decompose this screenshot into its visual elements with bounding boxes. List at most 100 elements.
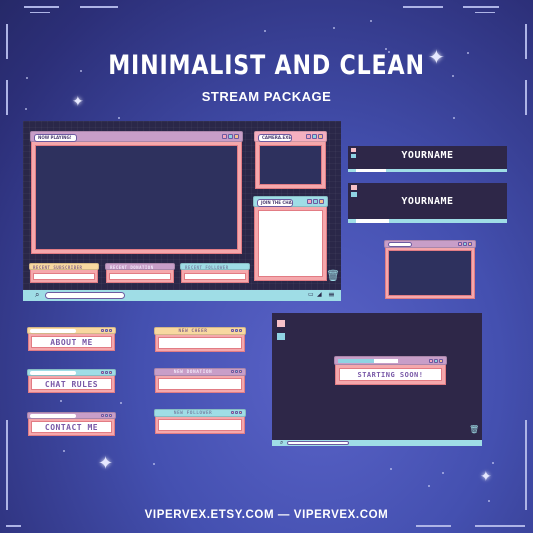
panel-title-input [30, 414, 76, 418]
maximize-button[interactable] [235, 329, 238, 332]
maximize-button[interactable] [434, 359, 438, 363]
window-controls [429, 359, 443, 363]
star [26, 77, 28, 79]
footer-links: VIPERVEX.ETSY.COM — VIPERVEX.COM [144, 509, 389, 521]
window-controls [307, 199, 324, 204]
folder-icon[interactable] [277, 333, 285, 340]
minimize-button[interactable] [222, 134, 227, 139]
window-title: JOIN THE CHAT [257, 199, 293, 207]
close-button[interactable] [109, 414, 112, 417]
trash-icon[interactable]: 🗑 [326, 269, 340, 282]
panel-about-me: ABOUT ME [27, 327, 116, 351]
close-button[interactable] [468, 242, 472, 246]
gameplay-area [35, 145, 238, 250]
window-controls [101, 371, 112, 374]
recent-subscriber-box: RECENT SUBSCRIBER [29, 263, 99, 283]
camera-area [259, 145, 322, 185]
progress-fill [338, 359, 374, 363]
alert-titlebar: RECENT DONATION [105, 263, 175, 270]
panel-chat-rules: CHAT RULES [27, 369, 116, 393]
menu-icon[interactable]: ≡ [328, 290, 335, 299]
close-button[interactable] [319, 199, 324, 204]
window-controls [231, 370, 242, 373]
sparkle-icon: ✦ [98, 453, 114, 474]
window-titlebar: NOW PLAYING! [30, 131, 243, 142]
close-button[interactable] [109, 371, 112, 374]
webcam-area [388, 250, 472, 296]
maximize-button[interactable] [312, 134, 317, 139]
search-icon[interactable]: ⌕ [35, 290, 39, 300]
maximize-button[interactable] [235, 411, 238, 414]
frame-line [475, 12, 495, 13]
star [63, 450, 65, 452]
maximize-button[interactable] [105, 414, 108, 417]
window-controls [101, 414, 112, 417]
maximize-button[interactable] [228, 134, 233, 139]
window-titlebar: CAMERA.EXE [254, 131, 327, 142]
alert-content [158, 378, 242, 390]
search-input[interactable] [287, 441, 349, 445]
minimize-button[interactable] [306, 134, 311, 139]
maximize-button[interactable] [463, 242, 467, 246]
alert-titlebar: RECENT FOLLOWER [180, 263, 250, 270]
panel-label: ABOUT ME [31, 336, 112, 348]
close-button[interactable] [239, 370, 242, 373]
search-input[interactable] [45, 292, 125, 299]
close-button[interactable] [234, 134, 239, 139]
chat-window: JOIN THE CHAT [253, 196, 328, 281]
frame-line [475, 525, 525, 527]
folder-icon [351, 185, 357, 190]
alert-value [109, 273, 171, 280]
close-button[interactable] [109, 329, 112, 332]
frame-line [6, 24, 8, 59]
close-button[interactable] [239, 329, 242, 332]
trash-icon[interactable]: 🗑 [469, 425, 479, 434]
alert-label: RECENT FOLLOWER [185, 265, 229, 270]
window-controls [101, 329, 112, 332]
maximize-button[interactable] [235, 370, 238, 373]
frame-line [525, 24, 527, 59]
minimize-button[interactable] [307, 199, 312, 204]
alert-new-donation: NEW DONATION [154, 368, 246, 393]
frame-line [30, 12, 50, 13]
minimize-button[interactable] [231, 329, 234, 332]
panel-label: CHAT RULES [31, 378, 112, 390]
window-controls [231, 411, 242, 414]
star [370, 20, 372, 22]
minimize-button[interactable] [101, 414, 104, 417]
minimize-button[interactable] [231, 411, 234, 414]
close-button[interactable] [439, 359, 443, 363]
window-titlebar: JOIN THE CHAT [253, 196, 328, 207]
minimize-button[interactable] [101, 329, 104, 332]
minimize-button[interactable] [429, 359, 433, 363]
maximize-button[interactable] [105, 329, 108, 332]
maximize-button[interactable] [313, 199, 318, 204]
recent-donation-box: RECENT DONATION [105, 263, 175, 283]
minimize-button[interactable] [231, 370, 234, 373]
folder-icon[interactable] [277, 320, 285, 327]
star [60, 400, 62, 402]
chat-area [258, 210, 323, 277]
window-titlebar [334, 356, 447, 365]
name-banner-2: YOURNAME [348, 183, 507, 223]
taskbar: ⌕ ▭ ◢ ≡ [23, 290, 341, 301]
window-titlebar [384, 240, 476, 248]
alert-value [184, 273, 246, 280]
star [492, 462, 494, 464]
page-title: MINIMALIST AND CLEAN [108, 50, 425, 81]
recent-follower-box: RECENT FOLLOWER [180, 263, 250, 283]
minimize-button[interactable] [101, 371, 104, 374]
minimize-button[interactable] [458, 242, 462, 246]
maximize-button[interactable] [105, 371, 108, 374]
window-controls [306, 134, 323, 139]
taskbar: ⌕ [272, 439, 482, 447]
star [390, 468, 392, 470]
close-button[interactable] [318, 134, 323, 139]
frame-line [24, 6, 59, 8]
search-icon[interactable]: ⌕ [280, 439, 283, 447]
close-button[interactable] [239, 411, 242, 414]
frame-line [6, 420, 8, 510]
alert-new-cheer: NEW CHEER [154, 327, 246, 352]
frame-line [525, 420, 527, 510]
name-banner-1: YOURNAME [348, 146, 507, 172]
